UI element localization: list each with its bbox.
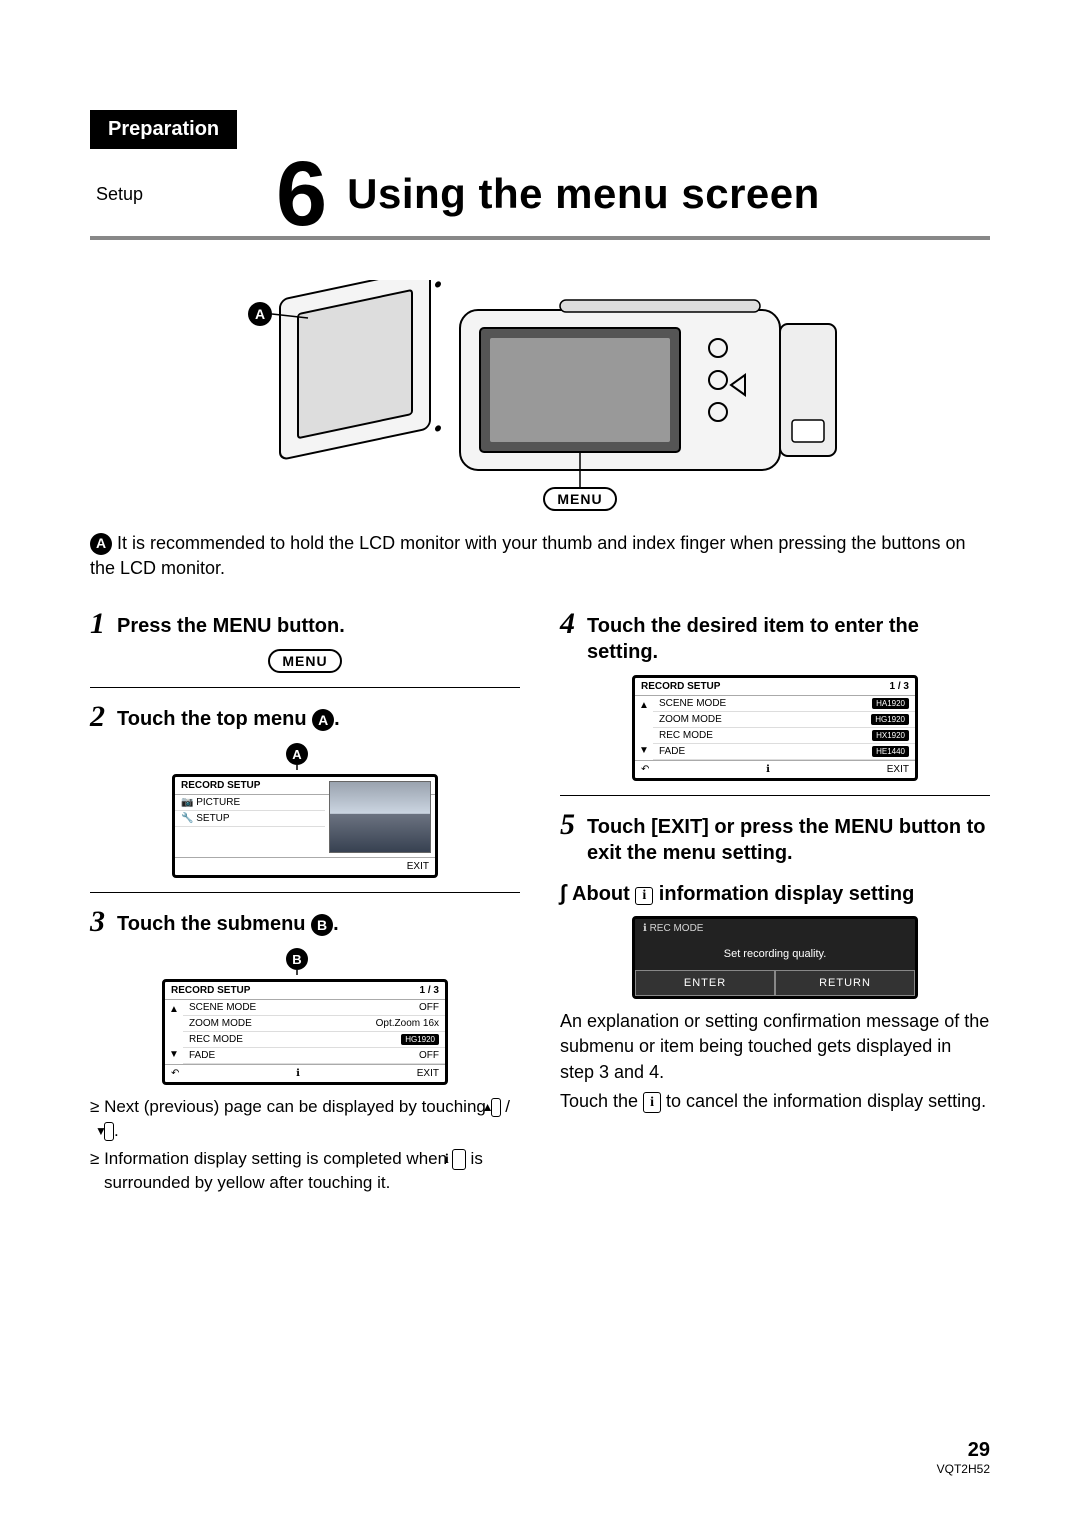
step-3-number: 3 xyxy=(90,907,105,937)
step-5: 5 Touch [EXIT] or press the MENU button … xyxy=(560,810,990,866)
step-2-number: 2 xyxy=(90,702,105,732)
svg-text:B: B xyxy=(292,952,301,967)
page-footer: 29 VQT2H52 xyxy=(937,1439,990,1476)
chapter-header: Setup 6 Using the menu screen xyxy=(90,153,990,240)
callout-a-inline: A xyxy=(312,709,334,731)
step-1: 1 Press the MENU button. xyxy=(90,609,520,639)
lcd-info-dialog: ℹ REC MODE Set recording quality. ENTER … xyxy=(632,916,918,999)
camera-illustration: A MENU xyxy=(90,280,990,511)
step-1-text: Press the MENU button. xyxy=(117,609,345,639)
subsection-label: Setup xyxy=(90,184,276,205)
callout-b-inline: B xyxy=(311,914,333,936)
menu-button-label: MENU xyxy=(543,487,616,511)
about-heading: ∫About i information display setting xyxy=(560,880,990,906)
step-4-text: Touch the desired item to enter the sett… xyxy=(587,609,990,665)
info-icon-heading: i xyxy=(635,887,653,905)
step-5-text: Touch [EXIT] or press the MENU button to… xyxy=(587,810,990,866)
chapter-number: 6 xyxy=(276,153,327,236)
step-2: 2 Touch the top menu A. xyxy=(90,702,520,732)
menu-button-label-small: MENU xyxy=(268,649,341,673)
section-tab: Preparation xyxy=(90,110,237,149)
step-5-number: 5 xyxy=(560,810,575,840)
lcd-top-menu: RECORD SETUP 📷 PICTURE 🔧 SETUP EXIT xyxy=(172,774,438,878)
step-4-number: 4 xyxy=(560,609,575,639)
step-1-number: 1 xyxy=(90,609,105,639)
step-3-text: Touch the submenu B. xyxy=(117,907,339,937)
about-para-1: An explanation or setting confirmation m… xyxy=(560,1009,990,1085)
bullet-info-complete: Information display setting is completed… xyxy=(90,1147,520,1195)
enter-button: ENTER xyxy=(635,970,775,996)
intro-note: A It is recommended to hold the LCD moni… xyxy=(90,531,990,581)
svg-text:A: A xyxy=(292,747,302,762)
lcd-submenu: RECORD SETUP1 / 3 ▲ ▼ SCENE MODEOFF ZOOM… xyxy=(162,979,448,1085)
lcd-setting: RECORD SETUP1 / 3 ▲ ▼ SCENE MODEHA1920 Z… xyxy=(632,675,918,781)
return-button: RETURN xyxy=(775,970,915,996)
callout-a-icon: A xyxy=(90,533,112,555)
page-number: 29 xyxy=(937,1439,990,1462)
doc-code: VQT2H52 xyxy=(937,1462,990,1476)
arrow-up-icon: ▲ xyxy=(491,1098,501,1117)
chapter-title: Using the menu screen xyxy=(347,170,820,218)
step-2-text: Touch the top menu A. xyxy=(117,702,340,732)
intro-note-text: It is recommended to hold the LCD monito… xyxy=(90,533,966,578)
arrow-down-icon: ▼ xyxy=(104,1122,114,1141)
info-icon: i xyxy=(452,1149,466,1171)
step-4: 4 Touch the desired item to enter the se… xyxy=(560,609,990,665)
bullet-paging: Next (previous) page can be displayed by… xyxy=(90,1095,520,1143)
svg-text:A: A xyxy=(255,306,265,322)
info-icon-inline: i xyxy=(643,1092,661,1114)
about-para-2: Touch the i to cancel the information di… xyxy=(560,1089,990,1114)
step-3: 3 Touch the submenu B. xyxy=(90,907,520,937)
